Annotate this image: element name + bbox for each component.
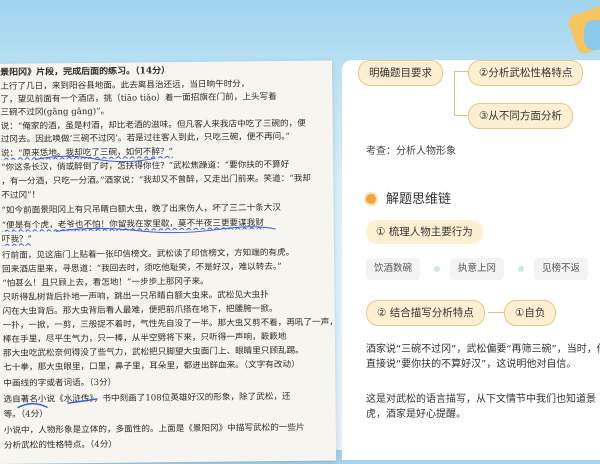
chain-dot-icon [518, 266, 524, 272]
answer-card: 明确题目要求 ②分析武松性格特点 ③从不同方面分析 考查：分析人物形象 解题思维… [342, 60, 600, 460]
worksheet-photo: 景阳冈》片段，完成后面的练习。（14分） 上行了几日，来到阳谷县地面。此去离县治… [0, 60, 337, 464]
analysis-paragraph: 这是对武松的语言描写，从下文情节中我们也知道景虎，酒家是好心提醒。 [366, 394, 596, 420]
decorative-mascot-shape [584, 20, 600, 50]
analysis-paragraph: 酒家说“三碗不过冈”，武松偏要“再筛三碗”，当时，他直接说“要你扶的不算好汉”，… [366, 344, 600, 370]
action-chip: 见榜不返 [534, 258, 589, 280]
step-node[interactable]: ① 梳理人物主要行为 [366, 220, 483, 244]
exam-point-text: 考查：分析人物形象 [366, 146, 456, 157]
step-node[interactable]: ② 结合描写分析特点 [366, 300, 485, 326]
result-node[interactable]: ①自负 [504, 300, 557, 326]
section-bullet-icon [366, 194, 376, 204]
mindmap-branch-node[interactable]: ②分析武松性格特点 [468, 60, 584, 86]
mindmap-connector [454, 71, 455, 115]
mindmap-connector [454, 71, 468, 72]
mindmap-branch-node[interactable]: ③从不同方面分析 [468, 103, 573, 129]
pen-annotations [17, 155, 276, 409]
mindmap-connector [488, 312, 504, 313]
mindmap-connector [454, 115, 468, 116]
mindmap-root-node[interactable]: 明确题目要求 [358, 60, 443, 86]
action-chip: 饮酒数碗 [366, 258, 421, 280]
section-title: 解题思维链 [386, 192, 452, 207]
action-chip: 执意上冈 [450, 258, 505, 280]
chain-dot-icon [434, 266, 440, 272]
